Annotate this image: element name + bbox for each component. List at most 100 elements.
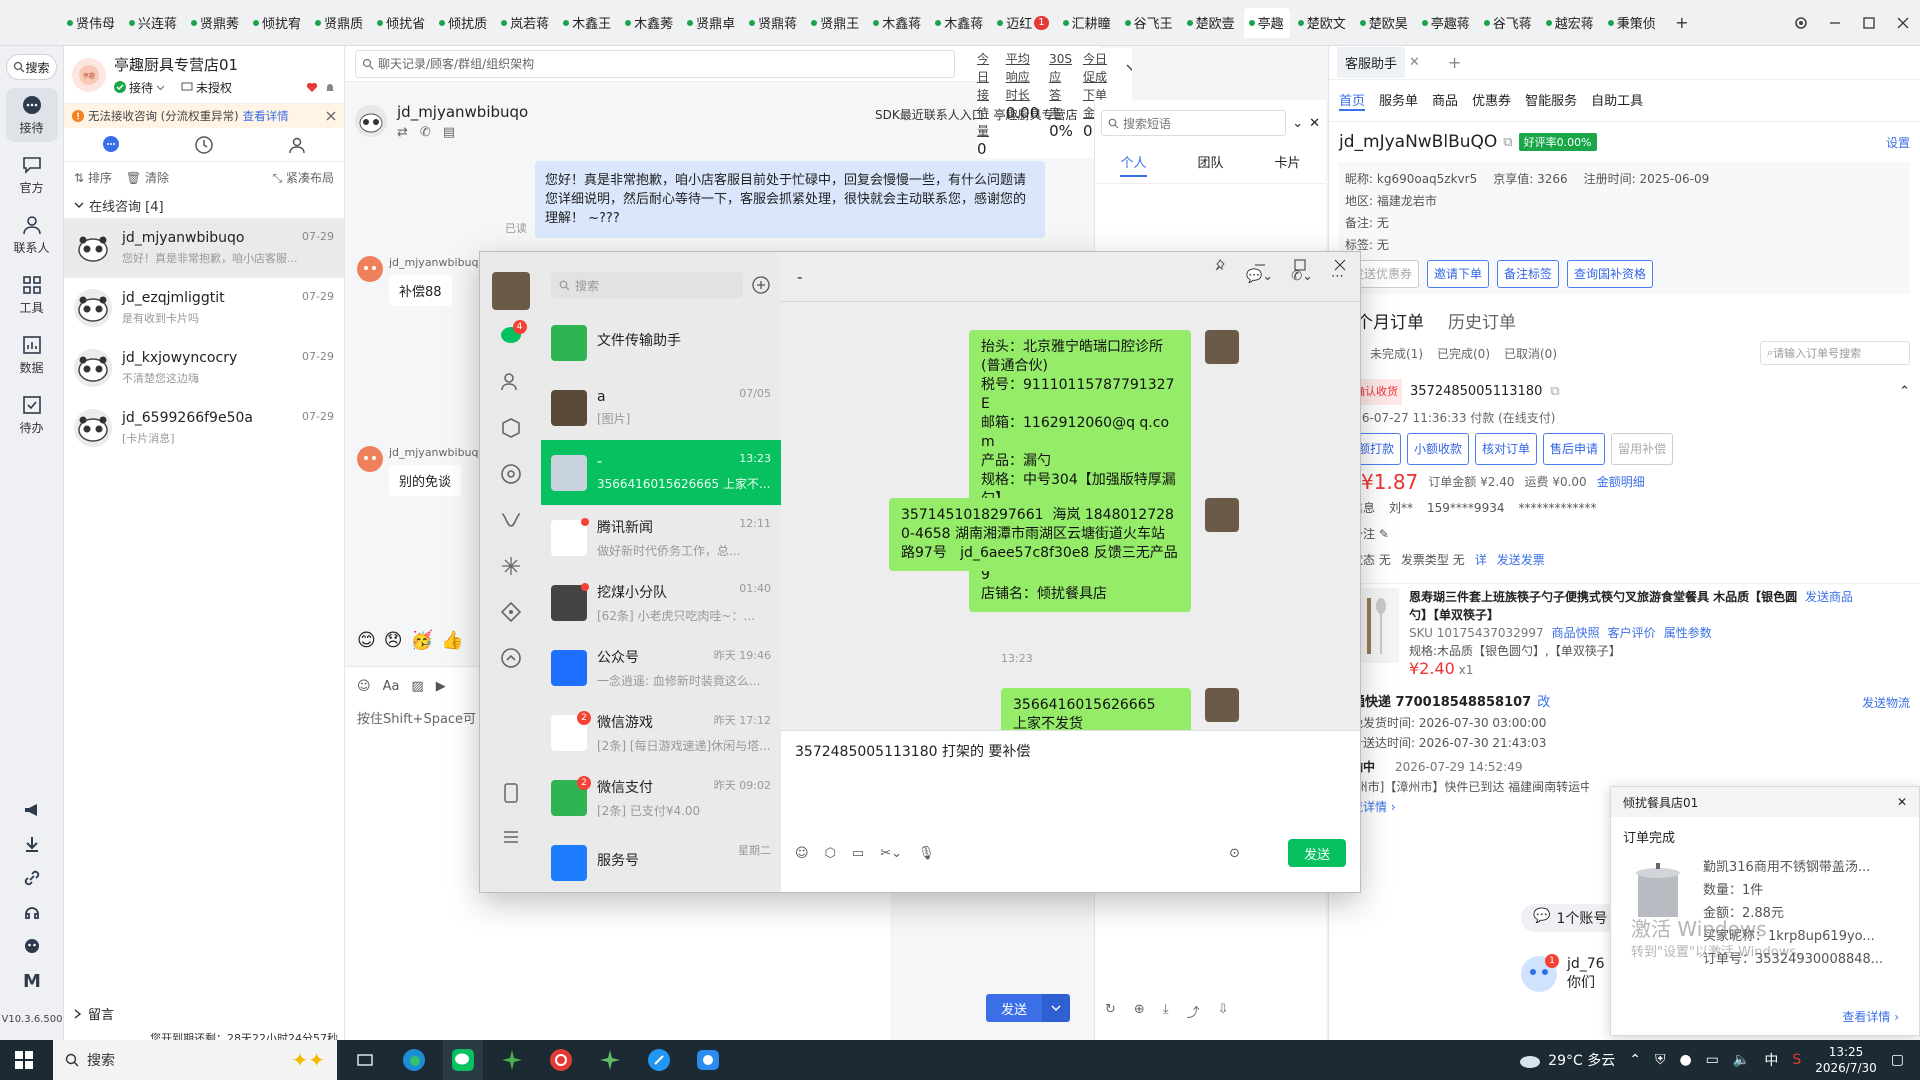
reviews-link[interactable]: 客户评价 bbox=[1608, 624, 1656, 642]
group-header[interactable]: 在线咨询 [4] bbox=[64, 192, 344, 218]
user-avatar[interactable] bbox=[491, 272, 530, 310]
shop-tab[interactable]: 兴连蒋 bbox=[124, 8, 183, 38]
warning-detail-link[interactable]: 查看详情 bbox=[243, 108, 289, 124]
refresh-icon[interactable]: ↻ bbox=[1105, 1002, 1116, 1021]
tab-history-orders[interactable]: 历史订单 bbox=[1448, 308, 1516, 333]
tab-team[interactable]: 团队 bbox=[1197, 152, 1223, 177]
chat-bubble-icon[interactable] bbox=[101, 135, 121, 155]
favorites-icon[interactable]: ⬡ bbox=[825, 846, 836, 861]
leave-message-item[interactable]: 留言 bbox=[74, 1004, 114, 1023]
shop-tab[interactable]: 迈红 1 bbox=[992, 8, 1054, 38]
notify-detail-link[interactable]: 查看详情 › bbox=[1842, 1008, 1899, 1025]
users-icon[interactable] bbox=[287, 135, 307, 155]
shop-tab[interactable]: 倾扰宥 bbox=[248, 8, 307, 38]
transfer-icon[interactable]: ⇄ bbox=[397, 125, 408, 140]
send-product-link[interactable]: 发送商品 bbox=[1805, 588, 1853, 624]
add-tab-button[interactable]: + bbox=[1665, 6, 1699, 40]
clock[interactable]: 13:25 2026/7/30 bbox=[1815, 1044, 1877, 1076]
session-item[interactable]: jd_6599266f9e50a 07-29 [卡片消息] bbox=[64, 398, 344, 458]
shop-tab[interactable]: 汇耕瞳 bbox=[1058, 8, 1117, 38]
favorites-icon[interactable] bbox=[499, 416, 523, 440]
scissors-icon[interactable]: ✂⌄ bbox=[880, 846, 902, 861]
app-red-icon[interactable] bbox=[541, 1040, 581, 1080]
network-icon[interactable]: ▭ bbox=[1706, 1052, 1719, 1068]
assistant-nav-item[interactable]: 商品 bbox=[1432, 90, 1458, 111]
close-icon[interactable] bbox=[326, 111, 336, 121]
settings-icon[interactable] bbox=[1784, 6, 1818, 40]
shop-tab[interactable]: 亭趣 bbox=[1243, 7, 1290, 38]
contacts-icon[interactable] bbox=[499, 370, 523, 394]
image-icon[interactable]: ▨ bbox=[411, 679, 423, 694]
headset-icon[interactable] bbox=[23, 903, 41, 937]
shop-tab[interactable]: 楚欧文 bbox=[1293, 8, 1352, 38]
heart-icon[interactable] bbox=[306, 81, 318, 93]
edit-express-link[interactable]: 改 bbox=[1537, 693, 1550, 713]
assistant-nav-item[interactable]: 首页 bbox=[1339, 90, 1366, 111]
shop-tab[interactable]: 贤鼎质 bbox=[310, 8, 369, 38]
tab-card[interactable]: 卡片 bbox=[1274, 152, 1300, 177]
moments-icon[interactable] bbox=[499, 462, 523, 486]
customer-action-button[interactable]: 备注标签 bbox=[1497, 260, 1560, 288]
discover-icon[interactable] bbox=[499, 554, 523, 578]
wechat-conversation[interactable]: 服务号 星期二 bbox=[541, 830, 781, 895]
assistant-nav-item[interactable]: 自助工具 bbox=[1591, 90, 1643, 111]
shop-tab[interactable]: 贤鼎王 bbox=[806, 8, 865, 38]
sort-button[interactable]: ⇅ 排序 bbox=[74, 169, 112, 186]
shop-tab[interactable]: 秉策侦 bbox=[1603, 8, 1662, 38]
shop-tab[interactable]: 越宏蒋 bbox=[1541, 8, 1600, 38]
assistant-nav-item[interactable]: 服务单 bbox=[1379, 90, 1418, 111]
volume-icon[interactable]: 🔈 bbox=[1733, 1052, 1750, 1068]
chats-icon[interactable]: 4 bbox=[499, 320, 527, 348]
font-icon[interactable]: Aa bbox=[383, 679, 400, 694]
order-action-button[interactable]: 核对订单 bbox=[1475, 433, 1538, 465]
mini-program-icon[interactable] bbox=[499, 600, 523, 624]
emoji-icon[interactable]: 😞 bbox=[384, 630, 403, 651]
maximize-icon[interactable] bbox=[1852, 6, 1886, 40]
phrase-search-input[interactable]: 搜索短语 bbox=[1101, 110, 1287, 136]
emoji-icon[interactable]: 😊 bbox=[357, 630, 376, 651]
wechat-conversation[interactable]: 2 微信游戏 [2条] [每日游戏速递]休闲与塔... 昨天 17:12 bbox=[541, 700, 781, 765]
shop-tab[interactable]: 谷飞王 bbox=[1120, 8, 1179, 38]
global-search-input[interactable]: 聊天记录/顾客/群组/组织架构 bbox=[355, 49, 955, 78]
note-icon[interactable]: ▤ bbox=[443, 125, 455, 140]
app-star2-icon[interactable] bbox=[590, 1040, 630, 1080]
order-action-button[interactable]: 留用补偿 bbox=[1611, 433, 1674, 465]
chevron-up-icon[interactable]: ⌃ bbox=[1899, 379, 1910, 405]
windows-start-icon[interactable] bbox=[4, 1040, 44, 1080]
add-icon[interactable] bbox=[751, 275, 771, 295]
close-icon[interactable] bbox=[1886, 6, 1920, 40]
video-icon[interactable]: ▶ bbox=[436, 679, 446, 694]
shop-tab[interactable]: 亭趣蒋 bbox=[1417, 8, 1476, 38]
wechat-taskbar-icon[interactable] bbox=[443, 1040, 483, 1080]
shop-tab[interactable]: 木鑫蒋 bbox=[868, 8, 927, 38]
shop-tab[interactable]: 倾扰省 bbox=[372, 8, 431, 38]
shop-tab[interactable]: 木鑫莠 bbox=[620, 8, 679, 38]
customer-action-button[interactable]: 查询国补资格 bbox=[1567, 260, 1654, 288]
wechat-conversation[interactable]: 腾讯新闻 做好新时代侨务工作，总... 12:11 bbox=[541, 505, 781, 570]
settings-link[interactable]: 设置 bbox=[1886, 134, 1910, 151]
history-icon[interactable]: ⊙ bbox=[1229, 846, 1240, 861]
m-logo-icon[interactable]: M bbox=[23, 971, 41, 1005]
app-s-icon[interactable]: S bbox=[1792, 1052, 1801, 1068]
chevron-down-icon[interactable] bbox=[1126, 62, 1132, 74]
import-icon[interactable]: ⤓ bbox=[1163, 1002, 1169, 1021]
rail-item-data[interactable]: 数据 bbox=[6, 328, 58, 382]
order-filter[interactable]: 未完成(1) bbox=[1370, 345, 1423, 362]
auth-status[interactable]: 未授权 bbox=[181, 79, 232, 96]
order-action-button[interactable]: 小额收款 bbox=[1407, 433, 1470, 465]
download-icon[interactable]: ⇩ bbox=[1218, 1002, 1229, 1021]
shop-tab[interactable]: 楚欧壹 bbox=[1182, 8, 1241, 38]
send-invoice-link[interactable]: 发送发票 bbox=[1497, 547, 1545, 573]
minimize-icon[interactable] bbox=[1240, 250, 1280, 280]
send-options-button[interactable] bbox=[1042, 994, 1070, 1022]
download-icon[interactable] bbox=[23, 835, 41, 869]
pin-icon[interactable] bbox=[1200, 250, 1240, 280]
app-chat-icon[interactable] bbox=[688, 1040, 728, 1080]
bell-icon[interactable] bbox=[324, 81, 336, 93]
collapse-icon[interactable]: ⌄ bbox=[1292, 116, 1303, 131]
wechat-tray-icon[interactable]: ● bbox=[1679, 1052, 1691, 1068]
session-item[interactable]: jd_ezqjmliggtit 07-29 是有收到卡片吗 bbox=[64, 278, 344, 338]
minimize-icon[interactable] bbox=[1818, 6, 1852, 40]
wechat-conversation[interactable]: 挖煤小分队 [62条] 小老虎只吃肉哇~：... 01:40 bbox=[541, 570, 781, 635]
robot-icon[interactable] bbox=[23, 937, 41, 971]
